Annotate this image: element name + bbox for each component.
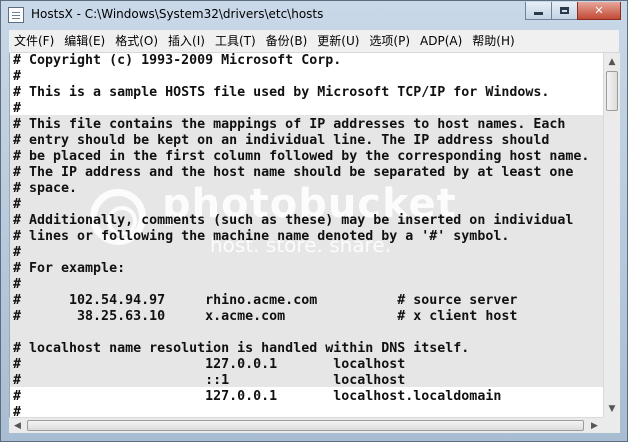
- notepad-icon: [8, 7, 24, 23]
- editor-text: # Copyright (c) 1993-2009 Microsoft Corp…: [13, 53, 589, 417]
- menu-backup[interactable]: 备份(B): [261, 31, 313, 51]
- menu-format[interactable]: 格式(O): [110, 31, 163, 51]
- menu-file[interactable]: 文件(F): [9, 31, 59, 51]
- maximize-icon: [560, 7, 569, 14]
- menu-options[interactable]: 选项(P): [364, 31, 415, 51]
- caption-buttons: ✕: [525, 2, 621, 21]
- editor-line: #: [13, 197, 22, 212]
- maximize-button[interactable]: [551, 2, 578, 20]
- editor-line: # 38.25.63.10 x.acme.com # x client host: [13, 309, 518, 324]
- scroll-left-icon[interactable]: ◀: [9, 418, 26, 433]
- menu-help[interactable]: 帮助(H): [467, 31, 519, 51]
- vertical-scroll-thumb[interactable]: [606, 71, 618, 111]
- editor-line: # The IP address and the host name shoul…: [13, 165, 574, 180]
- app-window: HostsX - C:\Windows\System32\drivers\etc…: [0, 0, 628, 442]
- editor-line: # Copyright (c) 1993-2009 Microsoft Corp…: [13, 53, 342, 68]
- editor-line: # For example:: [13, 261, 126, 276]
- editor-line: #: [13, 245, 22, 260]
- editor-line: # 127.0.0.1 localhost: [13, 357, 406, 372]
- editor-line: # lines or following the machine name de…: [13, 229, 510, 244]
- scroll-down-icon[interactable]: ▼: [604, 400, 620, 417]
- menu-adp[interactable]: ADP(A): [415, 31, 467, 51]
- editor-line: # 102.54.94.97 rhino.acme.com # source s…: [13, 293, 518, 308]
- editor-line: #: [13, 69, 22, 84]
- menu-edit[interactable]: 编辑(E): [59, 31, 110, 51]
- editor-line: # space.: [13, 181, 78, 196]
- window-title: HostsX - C:\Windows\System32\drivers\etc…: [31, 7, 324, 21]
- vertical-scrollbar[interactable]: ▲ ▼: [603, 53, 620, 417]
- editor-line: #: [13, 101, 22, 116]
- minimize-button[interactable]: [525, 2, 552, 20]
- editor-line: # localhost name resolution is handled w…: [13, 341, 470, 356]
- editor-line: # This file contains the mappings of IP …: [13, 117, 566, 132]
- editor-line: # This is a sample HOSTS file used by Mi…: [13, 85, 550, 100]
- editor-line: #: [13, 405, 22, 417]
- editor-line: # 127.0.0.1 localhost.localdomain: [13, 389, 502, 404]
- editor-line: # entry should be kept on an individual …: [13, 133, 550, 148]
- text-editor[interactable]: photobucket host. store. share. # Copyri…: [9, 53, 604, 417]
- editor-line: # ::1 localhost: [13, 373, 406, 388]
- menu-bar: 文件(F) 编辑(E) 格式(O) 插入(I) 工具(T) 备份(B) 更新(U…: [9, 30, 619, 53]
- close-button[interactable]: ✕: [577, 2, 621, 20]
- menu-tools[interactable]: 工具(T): [210, 31, 261, 51]
- minimize-icon: [534, 12, 543, 15]
- editor-line: # Additionally, comments (such as these)…: [13, 213, 574, 228]
- scrollbar-corner: [603, 417, 620, 433]
- scroll-up-icon[interactable]: ▲: [604, 53, 620, 70]
- close-icon: ✕: [594, 4, 604, 17]
- editor-line: #: [13, 277, 22, 292]
- scroll-right-icon[interactable]: ▶: [586, 418, 603, 433]
- menu-update[interactable]: 更新(U): [312, 31, 364, 51]
- horizontal-scrollbar[interactable]: ◀ ▶: [9, 417, 603, 433]
- title-bar[interactable]: HostsX - C:\Windows\System32\drivers\etc…: [1, 1, 627, 29]
- horizontal-scroll-thumb[interactable]: [27, 420, 584, 431]
- editor-line: # be placed in the first column followed…: [13, 149, 590, 164]
- menu-insert[interactable]: 插入(I): [163, 31, 210, 51]
